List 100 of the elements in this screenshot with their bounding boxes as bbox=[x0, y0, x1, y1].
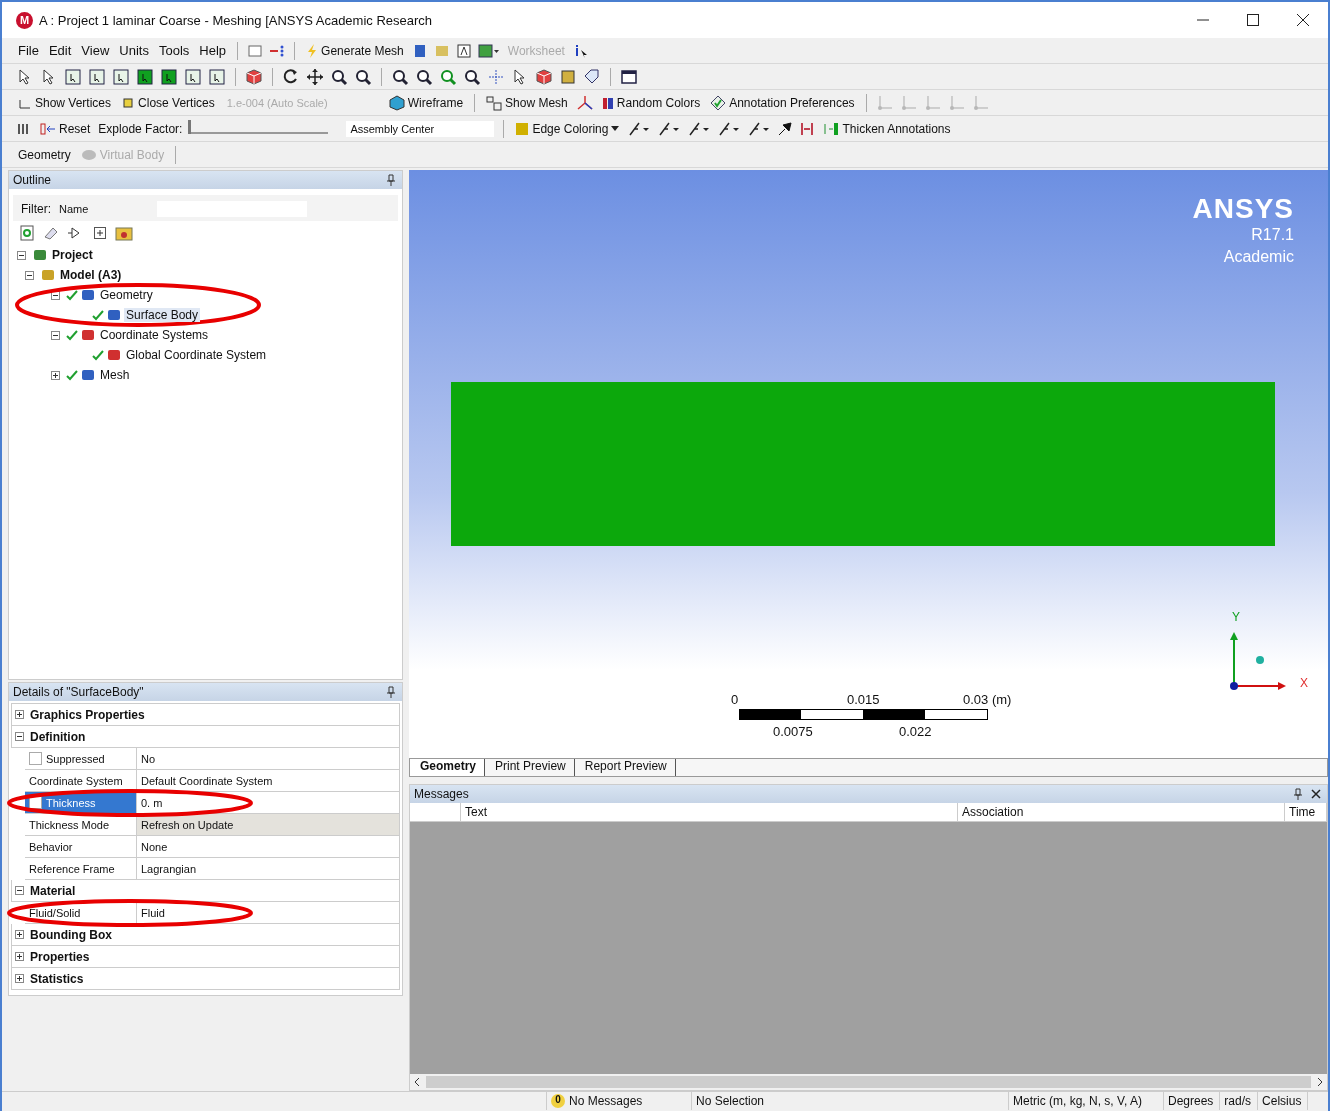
close-vertices-button[interactable]: Close Vertices bbox=[119, 94, 217, 111]
tree-item[interactable]: Mesh bbox=[98, 368, 132, 382]
rotate-icon[interactable] bbox=[282, 67, 300, 86]
property-value[interactable]: Fluid bbox=[137, 902, 399, 923]
column-header[interactable]: Time bbox=[1285, 803, 1327, 821]
view-tab[interactable]: Print Preview bbox=[485, 759, 575, 776]
group-header[interactable]: Material bbox=[30, 883, 76, 898]
select-icon[interactable] bbox=[160, 67, 178, 86]
window-icon[interactable] bbox=[620, 67, 638, 86]
collapse-icon[interactable] bbox=[17, 250, 26, 260]
property-value[interactable]: No bbox=[137, 748, 399, 769]
column-header[interactable]: Text bbox=[461, 803, 958, 821]
expand-icon[interactable] bbox=[15, 974, 24, 983]
status-temperature-unit[interactable]: Celsius bbox=[1258, 1092, 1309, 1110]
property-name[interactable]: Suppressed bbox=[25, 748, 137, 769]
folder-icon[interactable] bbox=[115, 225, 133, 241]
select-icon[interactable] bbox=[184, 67, 202, 86]
view-tab[interactable]: Geometry bbox=[410, 759, 486, 776]
collapse-icon[interactable] bbox=[15, 732, 24, 741]
menu-item[interactable]: Units bbox=[117, 43, 151, 58]
tree-item[interactable]: Surface Body bbox=[124, 308, 201, 322]
status-angular-velocity-unit[interactable]: rad/s bbox=[1220, 1092, 1259, 1110]
generate-mesh-button[interactable]: Generate Mesh bbox=[304, 41, 406, 60]
group-header[interactable]: Statistics bbox=[30, 971, 84, 986]
pin-icon[interactable] bbox=[1293, 788, 1303, 800]
view-tab[interactable]: Report Preview bbox=[574, 759, 676, 776]
property-value[interactable]: None bbox=[137, 836, 399, 857]
tree-item[interactable]: Coordinate Systems bbox=[98, 328, 211, 342]
zoom-icon[interactable] bbox=[354, 67, 372, 86]
collapse-icon[interactable] bbox=[25, 270, 34, 280]
property-name[interactable]: Reference Frame bbox=[25, 858, 137, 879]
select-icon[interactable] bbox=[64, 67, 82, 86]
expand-icon[interactable] bbox=[93, 226, 107, 240]
geometry-button[interactable]: Geometry bbox=[16, 146, 73, 163]
triad-icon[interactable] bbox=[575, 93, 594, 112]
cube-icon[interactable] bbox=[535, 67, 553, 86]
pin-icon[interactable] bbox=[386, 174, 396, 186]
explode-factor-slider[interactable] bbox=[188, 117, 329, 134]
property-value[interactable]: Refresh on Update bbox=[137, 814, 399, 835]
reset-button[interactable]: Reset bbox=[38, 120, 93, 137]
tree-item[interactable]: Geometry bbox=[98, 288, 155, 302]
annotation-preferences-button[interactable]: Annotation Preferences bbox=[708, 93, 857, 112]
zoom-icon[interactable] bbox=[415, 67, 433, 86]
scrollbar-thumb[interactable] bbox=[426, 1076, 1311, 1088]
show-vertices-button[interactable]: Show Vertices bbox=[16, 94, 114, 111]
zoom-icon[interactable] bbox=[330, 67, 348, 86]
menu-item[interactable]: Tools bbox=[156, 43, 192, 58]
collapse-icon[interactable] bbox=[51, 290, 60, 300]
status-units[interactable]: Metric (m, kg, N, s, V, A) bbox=[1009, 1092, 1164, 1110]
tree-item[interactable]: Global Coordinate System bbox=[124, 348, 269, 362]
explode-center-dropdown[interactable]: Assembly Center bbox=[346, 120, 495, 137]
property-value[interactable]: Lagrangian bbox=[137, 858, 399, 879]
pin-icon[interactable] bbox=[777, 120, 794, 137]
property-value[interactable]: Default Coordinate System bbox=[137, 770, 399, 791]
menu-item[interactable]: Help bbox=[197, 43, 229, 58]
image-icon[interactable] bbox=[477, 42, 500, 59]
zoom-icon[interactable] bbox=[391, 67, 409, 86]
tree-item[interactable]: Model (A3) bbox=[58, 268, 124, 282]
wireframe-button[interactable]: Wireframe bbox=[386, 93, 466, 112]
checkbox[interactable] bbox=[29, 752, 42, 765]
expand-icon[interactable] bbox=[15, 710, 24, 719]
property-value[interactable]: 0. m bbox=[137, 792, 399, 813]
status-messages[interactable]: 0 No Messages bbox=[547, 1092, 692, 1110]
menu-item[interactable]: File bbox=[16, 43, 41, 58]
edge-coloring-button[interactable]: Edge Coloring bbox=[513, 120, 622, 137]
select-icon[interactable] bbox=[136, 67, 154, 86]
pin-icon[interactable] bbox=[386, 686, 396, 698]
expand-icon[interactable] bbox=[51, 370, 60, 380]
text-box-icon[interactable] bbox=[455, 42, 472, 59]
show-mesh-button[interactable]: Show Mesh bbox=[484, 93, 570, 112]
expand-icon[interactable] bbox=[15, 952, 24, 961]
group-header[interactable]: Definition bbox=[30, 729, 86, 744]
cube-icon[interactable] bbox=[245, 67, 263, 86]
thicken-annotations-button[interactable]: Thicken Annotations bbox=[821, 120, 953, 137]
close-icon[interactable] bbox=[1311, 789, 1321, 799]
scroll-left-icon[interactable] bbox=[414, 1078, 420, 1086]
close-icon[interactable] bbox=[1296, 13, 1310, 27]
group-header[interactable]: Bounding Box bbox=[30, 927, 112, 942]
select-icon[interactable] bbox=[112, 67, 130, 86]
group-header[interactable]: Graphics Properties bbox=[30, 707, 145, 722]
collapse-icon[interactable] bbox=[51, 330, 60, 340]
select-icon[interactable] bbox=[88, 67, 106, 86]
tree-item[interactable]: Project bbox=[50, 248, 95, 262]
collapse-icon[interactable] bbox=[15, 886, 24, 895]
property-name[interactable]: Behavior bbox=[25, 836, 137, 857]
tag-icon[interactable] bbox=[583, 67, 601, 86]
filter-dropdown[interactable]: Name bbox=[59, 203, 149, 215]
status-angle-unit[interactable]: Degrees bbox=[1164, 1092, 1221, 1110]
zoom-icon[interactable] bbox=[463, 67, 481, 86]
maximize-icon[interactable] bbox=[1246, 13, 1260, 27]
property-name[interactable]: Coordinate System bbox=[25, 770, 137, 791]
graphics-viewport[interactable]: ANSYS R17.1 Academic 0 0.015 0.03 (m) 0.0075 0.022 Y X bbox=[409, 170, 1328, 758]
width-icon[interactable] bbox=[799, 120, 816, 137]
eraser-icon[interactable] bbox=[43, 225, 59, 241]
random-colors-button[interactable]: Random Colors bbox=[599, 94, 703, 111]
menu-item[interactable]: Edit bbox=[46, 43, 74, 58]
column-header[interactable]: Association bbox=[958, 803, 1285, 821]
expand-icon[interactable] bbox=[15, 930, 24, 939]
group-header[interactable]: Properties bbox=[30, 949, 90, 964]
select-icon[interactable] bbox=[208, 67, 226, 86]
